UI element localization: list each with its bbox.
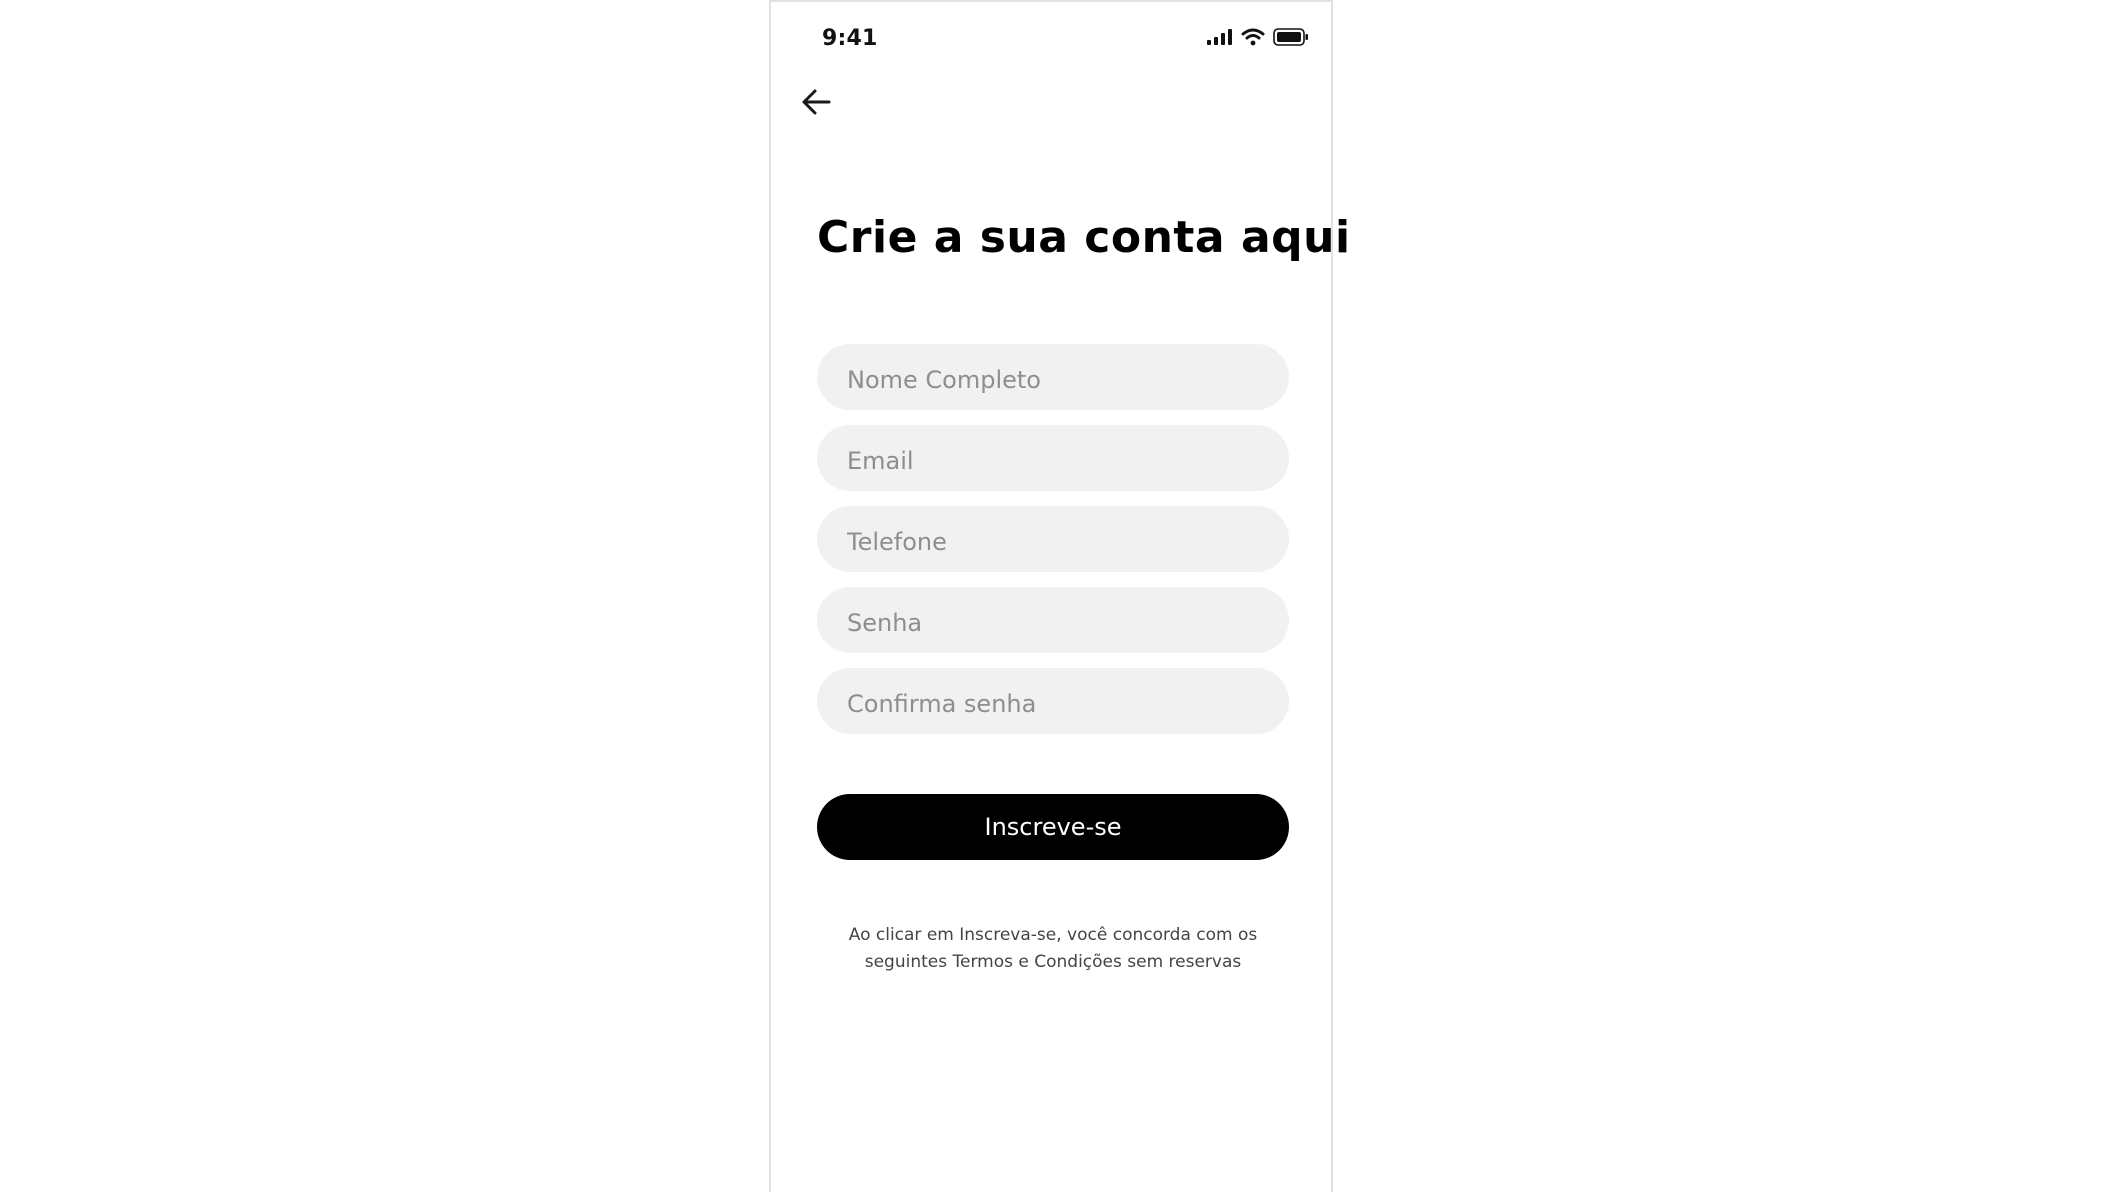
signal-icon — [1207, 29, 1233, 49]
password-field[interactable] — [817, 587, 1289, 653]
full-name-field[interactable] — [817, 344, 1289, 410]
status-time: 9:41 — [822, 26, 878, 51]
arrow-left-icon — [801, 88, 833, 120]
page-title: Crie a sua conta aqui — [817, 212, 1351, 263]
email-field[interactable] — [817, 425, 1289, 491]
battery-icon — [1273, 28, 1309, 50]
terms-line-2: seguintes Termos e Condições sem reserva… — [864, 952, 1242, 972]
signup-button[interactable]: Inscreve-se — [817, 794, 1289, 860]
confirm-password-field[interactable] — [817, 668, 1289, 734]
wifi-icon — [1241, 28, 1265, 50]
phone-field[interactable] — [817, 506, 1289, 572]
terms-line-1: Ao clicar em Inscreva-se, você concorda … — [848, 925, 1258, 945]
terms-text: Ao clicar em Inscreva-se, você concorda … — [817, 922, 1289, 976]
status-bar: 9:41 — [771, 2, 1331, 72]
back-button[interactable] — [797, 84, 837, 124]
status-icons — [1207, 28, 1309, 50]
phone-frame: 9:41 Crie a sua conta aqui Nome Completo… — [769, 0, 1351, 1192]
